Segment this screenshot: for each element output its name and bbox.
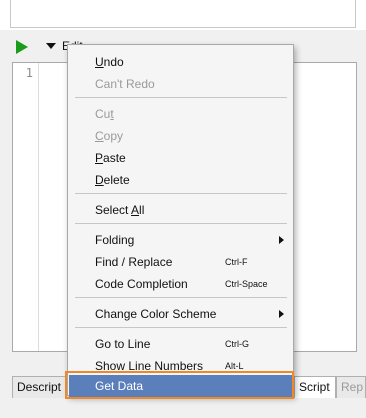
mnemonic: D [95, 173, 104, 187]
menu-item-code-completion[interactable]: Code Completion Ctrl-Space [69, 273, 292, 295]
shortcut-label: Ctrl-Space [225, 279, 268, 289]
play-icon[interactable] [14, 39, 30, 55]
tab-script[interactable]: Script [294, 376, 336, 398]
menu-item-select-all-post: ll [139, 203, 145, 217]
top-panel [0, 0, 366, 30]
menu-item-show-line-numbers[interactable]: Show Line Numbers Alt-L [69, 355, 292, 377]
menu-item-select-all-pre: Select [95, 203, 132, 217]
top-panel-frame [10, 0, 356, 28]
menu-item-find-replace-label: Find / Replace [95, 255, 173, 269]
menu-item-go-to-line-label: Go to Line [95, 337, 151, 351]
menu-item-find-replace[interactable]: Find / Replace Ctrl-F [69, 251, 292, 273]
mnemonic: U [95, 55, 104, 69]
menu-separator [75, 97, 287, 98]
menu-item-cut-pre: Cu [95, 107, 111, 121]
menu-item-redo[interactable]: Can't Redo [69, 73, 292, 95]
menu-separator [75, 223, 287, 224]
menu-item-select-all[interactable]: Select All [69, 199, 292, 221]
shortcut-label: Alt-L [225, 361, 244, 371]
mnemonic: A [131, 203, 140, 217]
tab-rep[interactable]: Rep [336, 376, 366, 398]
menu-item-copy[interactable]: Copy [69, 125, 292, 147]
submenu-arrow-icon [279, 236, 284, 244]
tab-description[interactable]: Descript [12, 376, 72, 398]
mnemonic: t [110, 107, 114, 121]
menu-item-copy-post: opy [103, 129, 124, 143]
menu-item-folding-label: Folding [95, 233, 135, 247]
menu-item-change-color-scheme[interactable]: Change Color Scheme [69, 303, 292, 325]
menu-item-delete[interactable]: Delete [69, 169, 292, 191]
line-number-gutter: 1 [13, 63, 39, 351]
submenu-arrow-icon [279, 310, 284, 318]
edit-context-menu: Undo Can't Redo Cut Copy Paste Delete Se… [67, 44, 294, 397]
dropdown-triangle-icon [46, 43, 56, 49]
menu-item-folding[interactable]: Folding [69, 229, 292, 251]
menu-item-go-to-line[interactable]: Go to Line Ctrl-G [69, 333, 292, 355]
menu-item-change-color-scheme-label: Change Color Scheme [95, 307, 217, 321]
menu-item-undo[interactable]: Undo [69, 51, 292, 73]
shortcut-label: Ctrl-F [225, 257, 248, 267]
mnemonic: P [95, 151, 104, 165]
menu-item-cut[interactable]: Cut [69, 103, 292, 125]
menu-separator [75, 193, 287, 194]
line-number: 1 [25, 66, 33, 80]
menu-item-get-data[interactable]: Get Data [69, 375, 292, 397]
menu-item-paste-post: aste [103, 151, 126, 165]
menu-item-paste[interactable]: Paste [69, 147, 292, 169]
menu-item-delete-post: elete [103, 173, 130, 187]
menu-item-redo-label: Can't Redo [95, 77, 155, 91]
mnemonic: C [95, 129, 104, 143]
menu-item-undo-label: ndo [103, 55, 124, 69]
menu-item-code-completion-label: Code Completion [95, 277, 188, 291]
menu-separator [75, 327, 287, 328]
menu-item-get-data-label: Get Data [95, 379, 144, 393]
menu-item-show-line-numbers-label: Show Line Numbers [95, 359, 204, 373]
shortcut-label: Ctrl-G [225, 339, 249, 349]
menu-separator [75, 297, 287, 298]
